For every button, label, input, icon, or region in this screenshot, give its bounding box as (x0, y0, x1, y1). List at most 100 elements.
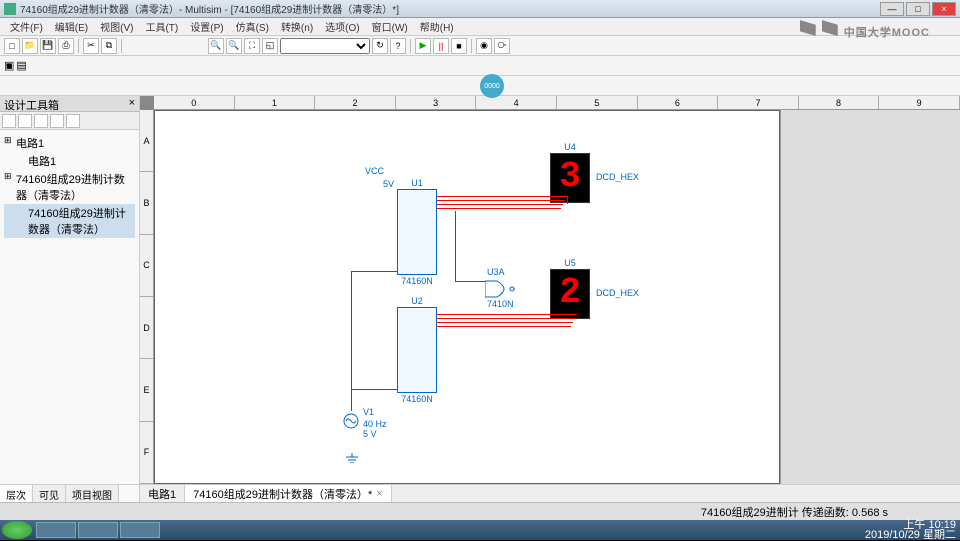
wire (455, 281, 485, 282)
cut-icon[interactable]: ✂ (83, 38, 99, 54)
wire (437, 314, 577, 315)
maximize-button[interactable]: □ (906, 2, 930, 16)
wire (455, 211, 456, 281)
watermark: 中国大学MOOC (800, 20, 930, 41)
toolbar-components: 0000 (0, 76, 960, 96)
tab-hierarchy[interactable]: 层次 (0, 485, 33, 502)
stop-button[interactable]: ■ (451, 38, 467, 54)
refresh-icon[interactable]: ↻ (372, 38, 388, 54)
v1-ref: V1 (363, 407, 374, 417)
close-icon[interactable]: × (376, 488, 382, 500)
schematic-canvas[interactable]: VCC 5V U1 74160N U2 74160N U3A 7410N (154, 110, 780, 484)
source-v1[interactable] (343, 413, 359, 429)
tree-leaf-1[interactable]: 电路1 (4, 152, 135, 170)
sidebar-tabs: 层次 可见 项目视图 (0, 484, 139, 502)
component-combo[interactable]: ---使用的元件--- (280, 38, 370, 54)
probe-icon[interactable]: ◉ (476, 38, 492, 54)
document-tabs: 电路1 74160组成29进制计数器（清零法）*× (140, 484, 960, 502)
design-tree[interactable]: 电路1 电路1 74160组成29进制计数器（清零法） 74160组成29进制计… (0, 130, 139, 484)
u3-part: 7410N (487, 299, 514, 309)
minimize-button[interactable]: — (880, 2, 904, 16)
canvas-area: 0 1 2 3 4 5 6 7 8 9 A B C D E F (140, 96, 960, 502)
v1-freq: 40 Hz (363, 419, 387, 429)
sidebar-tool-1[interactable] (2, 114, 16, 128)
ic-u2[interactable]: U2 74160N (397, 307, 437, 393)
sidebar-tool-5[interactable] (66, 114, 80, 128)
u5-ref: U5 (551, 258, 589, 268)
new-icon[interactable]: □ (4, 38, 20, 54)
print-icon[interactable]: ⎙ (58, 38, 74, 54)
gate-u3a[interactable]: U3A 7410N (485, 279, 515, 302)
scope-icon[interactable]: ⧂ (494, 38, 510, 54)
menu-edit[interactable]: 编辑(E) (49, 19, 94, 34)
menu-file[interactable]: 文件(F) (4, 19, 49, 34)
wire (437, 318, 575, 319)
sim-badge: 0000 (480, 74, 504, 98)
mooc-logo-icon (800, 20, 816, 36)
menu-view[interactable]: 视图(V) (94, 19, 139, 34)
tree-node-2[interactable]: 74160组成29进制计数器（清零法） (4, 170, 135, 204)
ruler-horizontal: 0 1 2 3 4 5 6 7 8 9 (154, 96, 960, 110)
taskbar[interactable]: 上午 10:19 2019/10/29 星期二 (0, 520, 960, 540)
v1-amp: 5 V (363, 429, 377, 439)
run-button[interactable]: ▶ (415, 38, 431, 54)
wire (437, 204, 563, 205)
ground-icon (345, 453, 359, 463)
ruler-vertical: A B C D E F (140, 110, 154, 484)
zoom-out-icon[interactable]: 🔍 (226, 38, 242, 54)
tree-leaf-2[interactable]: 74160组成29进制计数器（清零法） (4, 204, 135, 238)
menu-help[interactable]: 帮助(H) (414, 19, 460, 34)
doc-tab-1[interactable]: 电路1 (140, 485, 185, 502)
sidebar-tool-3[interactable] (34, 114, 48, 128)
zoom-fit-icon[interactable]: ⛶ (244, 38, 260, 54)
tab-project[interactable]: 项目视图 (66, 485, 119, 502)
tab-visible[interactable]: 可见 (33, 485, 66, 502)
sidebar-header: 设计工具箱 × (0, 96, 139, 112)
taskbar-item[interactable] (120, 522, 160, 538)
open-icon[interactable]: 📁 (22, 38, 38, 54)
vcc-value: 5V (383, 179, 394, 189)
tool-a[interactable]: ▣ (4, 59, 14, 72)
doc-tab-2[interactable]: 74160组成29进制计数器（清零法）*× (185, 485, 392, 502)
taskbar-item[interactable] (36, 522, 76, 538)
u2-ref: U2 (398, 296, 436, 306)
mooc-logo-icon (822, 20, 838, 36)
ic-u1[interactable]: U1 74160N (397, 189, 437, 275)
pause-button[interactable]: || (433, 38, 449, 54)
wire (437, 208, 561, 209)
wire (351, 271, 397, 272)
display-u5[interactable]: U5 2 DCD_HEX (550, 269, 590, 319)
u4-value: 3 (551, 154, 589, 200)
menu-tools[interactable]: 工具(T) (139, 19, 184, 34)
wire (437, 200, 565, 201)
sidebar-title: 设计工具箱 (4, 97, 59, 110)
tray-date: 2019/10/29 星期二 (865, 530, 956, 540)
help-icon[interactable]: ? (390, 38, 406, 54)
taskbar-item[interactable] (78, 522, 118, 538)
zoom-area-icon[interactable]: ◱ (262, 38, 278, 54)
menu-window[interactable]: 窗口(W) (366, 19, 414, 34)
tree-root[interactable]: 电路1 (4, 134, 135, 152)
sidebar-close-icon[interactable]: × (129, 97, 135, 110)
menu-simulate[interactable]: 仿真(S) (230, 19, 275, 34)
toolbar-secondary: ▣ ▤ (0, 56, 960, 76)
menu-transfer[interactable]: 转换(n) (275, 19, 319, 34)
titlebar: 74160组成29进制计数器（清零法）- Multisim - [74160组成… (0, 0, 960, 18)
menu-settings[interactable]: 设置(P) (184, 19, 229, 34)
copy-icon[interactable]: ⧉ (101, 38, 117, 54)
sidebar-tool-4[interactable] (50, 114, 64, 128)
right-panel (780, 110, 960, 484)
u5-label: DCD_HEX (596, 288, 639, 298)
save-icon[interactable]: 💾 (40, 38, 56, 54)
wire (351, 271, 352, 411)
sidebar-tools (0, 112, 139, 130)
close-button[interactable]: × (932, 2, 956, 16)
u3-ref: U3A (487, 267, 505, 277)
tool-b[interactable]: ▤ (16, 59, 26, 72)
menu-options[interactable]: 选项(O) (319, 19, 365, 34)
sidebar-tool-2[interactable] (18, 114, 32, 128)
start-button[interactable] (2, 521, 32, 539)
zoom-in-icon[interactable]: 🔍 (208, 38, 224, 54)
system-tray[interactable]: 上午 10:19 2019/10/29 星期二 (865, 520, 958, 540)
app-icon (4, 3, 16, 15)
